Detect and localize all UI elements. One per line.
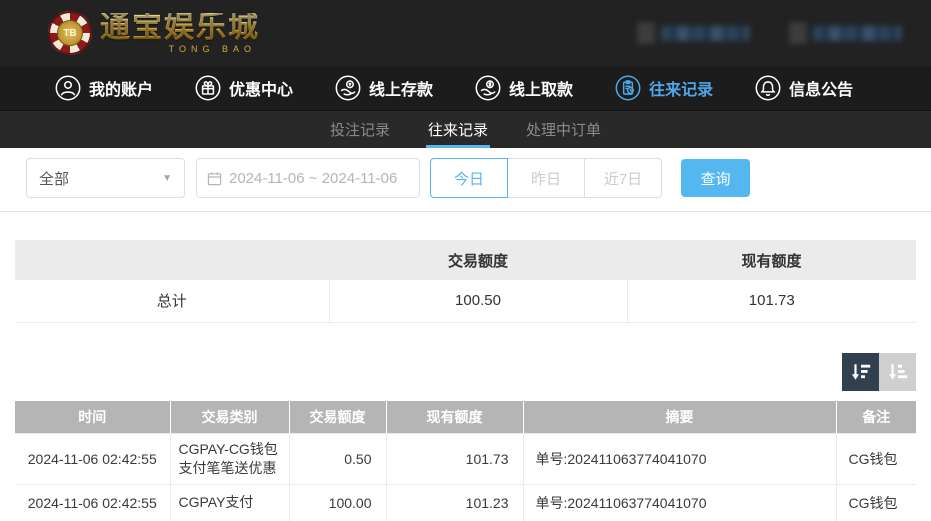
col-summary: 摘要 <box>523 400 837 434</box>
casino-chip-icon: TB <box>48 11 92 55</box>
cell-note: CG钱包 <box>835 433 916 485</box>
last7days-button[interactable]: 近7日 <box>584 158 662 198</box>
cell-type: CGPAY-CG钱包支付笔笔送优惠 <box>169 433 290 485</box>
records-table: 时间 交易类别 交易额度 现有额度 摘要 备注 2024-11-06 02:42… <box>15 400 916 521</box>
summary-table: 交易额度 现有额度 总计 100.50 101.73 <box>15 240 916 323</box>
col-transaction-type: 交易类别 <box>170 400 290 434</box>
nav-label: 我的账户 <box>89 82 154 99</box>
gift-icon <box>195 75 221 101</box>
user-blur-text-2 <box>813 25 901 41</box>
table-row: 2024-11-06 02:42:55 CGPAY支付 100.00 101.2… <box>15 483 916 521</box>
col-transaction-amount: 交易额度 <box>289 400 387 434</box>
deposit-icon <box>335 75 361 101</box>
user-area <box>637 22 901 44</box>
cell-summary: 单号:202411063774041070 <box>522 433 837 485</box>
table-row: 2024-11-06 02:42:55 CGPAY-CG钱包支付笔笔送优惠 0.… <box>15 433 916 485</box>
cell-amount: 100.00 <box>288 483 387 521</box>
cell-time: 2024-11-06 02:42:55 <box>15 433 171 485</box>
col-current-balance: 现有额度 <box>386 400 524 434</box>
summary-col-empty <box>15 240 329 280</box>
summary-col-current-balance: 现有额度 <box>627 240 916 280</box>
date-range-value: 2024-11-06 ~ 2024-11-06 <box>229 169 398 187</box>
today-button[interactable]: 今日 <box>430 158 508 198</box>
type-select-value: 全部 <box>39 170 70 188</box>
user-info-blurred-1[interactable] <box>637 22 749 44</box>
nav-item-online-deposit[interactable]: 线上存款 <box>335 75 433 101</box>
sort-toolbar <box>15 352 916 391</box>
nav-label: 线上取款 <box>509 82 574 99</box>
cell-type: CGPAY支付 <box>169 483 290 521</box>
tab-bet-records[interactable]: 投注记录 <box>328 111 392 148</box>
records-header-row: 时间 交易类别 交易额度 现有额度 摘要 备注 <box>15 400 916 434</box>
filter-bar: 全部 ▼ 2024-11-06 ~ 2024-11-06 今日 昨日 近7日 查… <box>0 148 931 198</box>
summary-header-row: 交易额度 现有额度 <box>15 240 916 280</box>
nav-label: 线上存款 <box>369 82 434 99</box>
summary-total-row: 总计 100.50 101.73 <box>15 280 916 323</box>
brand-subtitle: TONG BAO <box>168 43 256 54</box>
nav-item-announcements[interactable]: 信息公告 <box>755 75 853 101</box>
withdraw-icon <box>475 75 501 101</box>
record-tabs: 投注记录 往来记录 处理中订单 <box>0 110 931 148</box>
nav-item-promotions[interactable]: 优惠中心 <box>195 75 293 101</box>
sort-descending-button[interactable] <box>842 352 879 391</box>
user-blur-icon-2 <box>789 22 807 44</box>
calendar-icon <box>207 171 222 185</box>
nav-label: 优惠中心 <box>229 82 294 99</box>
nav-item-online-withdraw[interactable]: 线上取款 <box>475 75 573 101</box>
summary-total-amount: 100.50 <box>328 280 628 323</box>
query-button[interactable]: 查询 <box>681 159 750 197</box>
yesterday-button[interactable]: 昨日 <box>507 158 585 198</box>
summary-col-transaction-amount: 交易额度 <box>329 240 627 280</box>
nav-item-my-account[interactable]: 我的账户 <box>55 75 153 101</box>
main-navigation: 我的账户 优惠中心 线上存款 线上取款 往来记录 信息公告 <box>0 66 931 110</box>
cell-balance: 101.73 <box>385 433 524 485</box>
tab-processing-orders[interactable]: 处理中订单 <box>524 111 603 148</box>
chevron-down-icon: ▼ <box>162 172 172 184</box>
brand-logo[interactable]: TB 通宝娱乐城 TONG BAO <box>48 11 260 55</box>
nav-item-transaction-records[interactable]: 往来记录 <box>615 75 713 101</box>
brand-text: 通宝娱乐城 TONG BAO <box>100 10 260 54</box>
cell-time: 2024-11-06 02:42:55 <box>15 483 171 521</box>
sort-ascending-button[interactable] <box>879 352 916 391</box>
brand-title: 通宝娱乐城 <box>100 10 260 44</box>
cell-summary: 单号:202411063774041070 <box>522 483 837 521</box>
summary-total-balance: 101.73 <box>626 280 916 323</box>
type-select[interactable]: 全部 ▼ <box>26 158 185 198</box>
sort-descending-icon <box>851 363 870 380</box>
date-range-input[interactable]: 2024-11-06 ~ 2024-11-06 <box>196 158 420 198</box>
user-icon <box>55 75 81 101</box>
col-time: 时间 <box>15 400 171 434</box>
chip-label: TB <box>57 20 83 46</box>
summary-total-label: 总计 <box>15 280 330 323</box>
sort-ascending-icon <box>888 363 907 380</box>
user-info-blurred-2[interactable] <box>789 22 901 44</box>
filter-separator <box>0 211 931 212</box>
cell-balance: 101.23 <box>385 483 524 521</box>
records-icon <box>615 75 641 101</box>
user-blur-icon-1 <box>637 22 655 44</box>
user-blur-text-1 <box>661 25 749 41</box>
cell-amount: 0.50 <box>288 433 387 485</box>
nav-label: 往来记录 <box>649 82 714 99</box>
top-header: TB 通宝娱乐城 TONG BAO <box>0 0 931 66</box>
bell-icon <box>755 75 781 101</box>
nav-label: 信息公告 <box>789 82 854 99</box>
col-note: 备注 <box>836 400 916 434</box>
cell-note: CG钱包 <box>835 483 916 521</box>
quick-date-group: 今日 昨日 近7日 <box>430 158 662 198</box>
tab-transaction-records[interactable]: 往来记录 <box>425 111 491 148</box>
